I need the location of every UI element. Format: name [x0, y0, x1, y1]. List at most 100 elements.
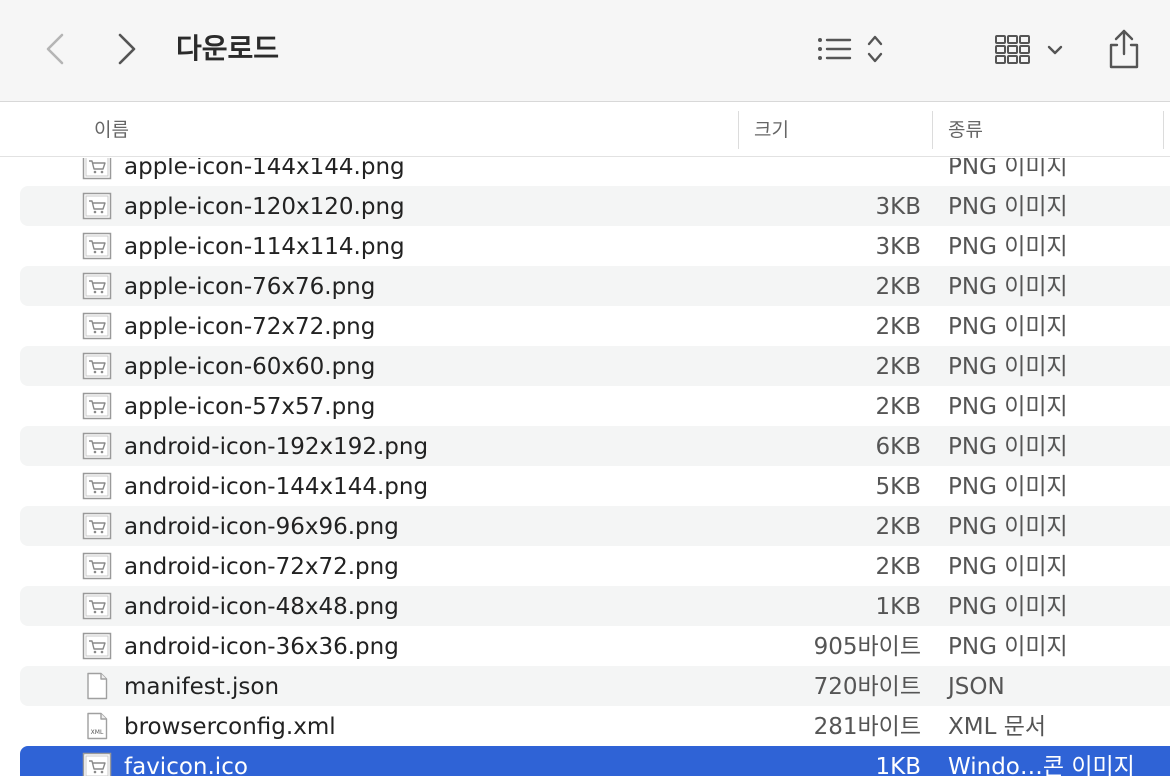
forward-button[interactable] — [112, 30, 142, 68]
file-name: favicon.ico — [124, 754, 248, 776]
file-size: 1KB — [875, 754, 922, 776]
share-button[interactable] — [1104, 24, 1144, 74]
file-kind: PNG 이미지 — [948, 394, 1068, 420]
file-size: 720바이트 — [813, 674, 921, 700]
file-kind: PNG 이미지 — [948, 554, 1068, 580]
chevron-right-icon — [118, 33, 136, 65]
image-file-icon — [82, 632, 112, 660]
file-row[interactable]: android-icon-72x72.png 2KB PNG 이미지 — [20, 546, 1170, 586]
xml-icon-label: XML — [91, 729, 104, 736]
image-file-icon — [82, 592, 112, 620]
file-size: 5KB — [875, 474, 922, 500]
image-file-icon — [82, 232, 112, 260]
file-rows: apple-icon-144x144.png PNG 이미지 apple-ico… — [0, 158, 1170, 776]
file-size: 2KB — [875, 554, 922, 580]
column-divider[interactable] — [932, 111, 933, 149]
file-kind: PNG 이미지 — [948, 274, 1068, 300]
image-file-icon — [82, 632, 112, 660]
image-file-icon — [82, 752, 112, 776]
file-kind: PNG 이미지 — [948, 474, 1068, 500]
image-file-icon — [82, 232, 112, 260]
image-file-icon — [82, 472, 112, 500]
file-row[interactable]: android-icon-36x36.png 905바이트 PNG 이미지 — [20, 626, 1170, 666]
file-row[interactable]: XML browserconfig.xml 281바이트 XML 문서 — [20, 706, 1170, 746]
image-file-icon — [82, 752, 112, 776]
file-row[interactable]: apple-icon-72x72.png 2KB PNG 이미지 — [20, 306, 1170, 346]
column-kind-header[interactable]: 종류 — [948, 117, 983, 143]
file-size: 2KB — [875, 394, 922, 420]
file-kind: JSON — [948, 674, 1005, 700]
file-kind: PNG 이미지 — [948, 314, 1068, 340]
image-file-icon — [82, 192, 112, 220]
file-name: android-icon-144x144.png — [124, 474, 429, 500]
image-file-icon — [82, 392, 112, 420]
file-row[interactable]: manifest.json 720바이트 JSON — [20, 666, 1170, 706]
file-kind: PNG 이미지 — [948, 194, 1068, 220]
file-name: apple-icon-72x72.png — [124, 314, 376, 340]
grid-view-icon — [995, 35, 1063, 64]
list-view-icon — [818, 35, 883, 63]
column-divider[interactable] — [1163, 111, 1164, 149]
file-row[interactable]: apple-icon-120x120.png 3KB PNG 이미지 — [20, 186, 1170, 226]
file-list: apple-icon-144x144.png PNG 이미지 apple-ico… — [0, 158, 1170, 776]
file-size: 2KB — [875, 354, 922, 380]
file-size: 1KB — [875, 594, 922, 620]
file-row[interactable]: apple-icon-76x76.png 2KB PNG 이미지 — [20, 266, 1170, 306]
file-name: android-icon-72x72.png — [124, 554, 399, 580]
file-row[interactable]: apple-icon-60x60.png 2KB PNG 이미지 — [20, 346, 1170, 386]
file-row[interactable]: android-icon-192x192.png 6KB PNG 이미지 — [20, 426, 1170, 466]
file-row[interactable]: apple-icon-114x114.png 3KB PNG 이미지 — [20, 226, 1170, 266]
column-name-header[interactable]: 이름 — [94, 117, 129, 143]
list-view-button[interactable] — [812, 24, 892, 74]
image-file-icon — [82, 392, 112, 420]
file-kind: PNG 이미지 — [948, 514, 1068, 540]
file-kind: PNG 이미지 — [948, 234, 1068, 260]
column-header: 이름 크기 종류 — [0, 103, 1170, 157]
image-file-icon — [82, 352, 112, 380]
image-file-icon — [82, 472, 112, 500]
file-name: android-icon-96x96.png — [124, 514, 399, 540]
file-name: android-icon-192x192.png — [124, 434, 429, 460]
file-row[interactable]: android-icon-144x144.png 5KB PNG 이미지 — [20, 466, 1170, 506]
image-file-icon — [82, 432, 112, 460]
back-button[interactable] — [40, 30, 70, 68]
image-file-icon — [82, 192, 112, 220]
file-name: android-icon-48x48.png — [124, 594, 399, 620]
image-file-icon — [82, 158, 112, 180]
file-row[interactable]: apple-icon-57x57.png 2KB PNG 이미지 — [20, 386, 1170, 426]
file-size: 905바이트 — [813, 634, 921, 660]
image-file-icon — [82, 352, 112, 380]
image-file-icon — [82, 158, 112, 180]
file-size: 2KB — [875, 274, 922, 300]
file-name: apple-icon-114x114.png — [124, 234, 405, 260]
file-name: manifest.json — [124, 674, 280, 700]
file-size: 2KB — [875, 314, 922, 340]
file-kind: XML 문서 — [948, 714, 1047, 740]
file-row[interactable]: android-icon-48x48.png 1KB PNG 이미지 — [20, 586, 1170, 626]
file-name: apple-icon-144x144.png — [124, 158, 405, 180]
file-kind: PNG 이미지 — [948, 594, 1068, 620]
grid-view-button[interactable] — [990, 24, 1070, 74]
file-size: 3KB — [875, 194, 922, 220]
file-row[interactable]: favicon.ico 1KB Windo…콘 이미지 — [20, 746, 1170, 776]
column-divider[interactable] — [738, 111, 739, 149]
file-name: browserconfig.xml — [124, 714, 336, 740]
document-file-icon — [82, 672, 112, 700]
column-size-header[interactable]: 크기 — [754, 117, 789, 143]
file-size: 3KB — [875, 234, 922, 260]
file-size: 6KB — [875, 434, 922, 460]
file-kind: PNG 이미지 — [948, 634, 1068, 660]
file-row[interactable]: android-icon-96x96.png 2KB PNG 이미지 — [20, 506, 1170, 546]
image-file-icon — [82, 552, 112, 580]
file-kind: PNG 이미지 — [948, 434, 1068, 460]
xml-file-icon: XML — [82, 712, 112, 740]
file-kind: PNG 이미지 — [948, 354, 1068, 380]
file-row[interactable]: apple-icon-144x144.png PNG 이미지 — [20, 158, 1170, 186]
xml-file-icon: XML — [87, 712, 108, 740]
file-name: apple-icon-60x60.png — [124, 354, 376, 380]
toolbar: 다운로드 — [0, 0, 1170, 102]
chevron-left-icon — [46, 33, 64, 65]
image-file-icon — [82, 592, 112, 620]
image-file-icon — [82, 312, 112, 340]
file-name: apple-icon-57x57.png — [124, 394, 376, 420]
